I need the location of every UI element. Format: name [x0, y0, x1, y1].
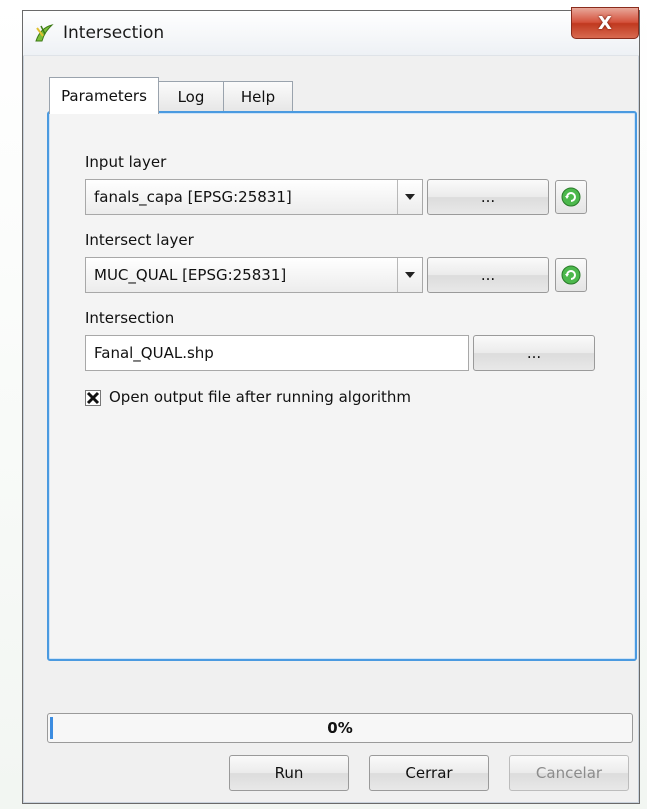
chevron-down-icon — [405, 194, 415, 200]
refresh-icon — [561, 265, 581, 285]
input-layer-combo[interactable]: fanals_capa [EPSG:25831] — [85, 179, 423, 215]
open-output-checkbox[interactable] — [85, 390, 101, 406]
cerrar-button[interactable]: Cerrar — [369, 755, 489, 791]
cerrar-label: Cerrar — [405, 764, 453, 782]
output-browse-button[interactable]: ... — [473, 335, 595, 371]
input-layer-browse-button[interactable]: ... — [427, 179, 549, 215]
intersect-layer-browse-button[interactable]: ... — [427, 257, 549, 293]
output-file-value: Fanal_QUAL.shp — [94, 344, 214, 362]
tab-parameters[interactable]: Parameters — [49, 77, 159, 114]
browse-label: ... — [480, 188, 496, 206]
run-button[interactable]: Run — [229, 755, 349, 791]
input-layer-value: fanals_capa [EPSG:25831] — [94, 188, 292, 206]
tab-help[interactable]: Help — [223, 81, 293, 112]
open-output-label: Open output file after running algorithm — [109, 388, 411, 406]
chevron-down-icon — [405, 272, 415, 278]
output-file-input[interactable]: Fanal_QUAL.shp — [85, 335, 469, 371]
intersect-layer-value: MUC_QUAL [EPSG:25831] — [94, 266, 287, 284]
title-bar[interactable]: Intersection X — [23, 7, 639, 56]
browse-label: ... — [480, 266, 496, 284]
output-label: Intersection — [85, 309, 175, 327]
input-layer-refresh-button[interactable] — [555, 180, 587, 214]
cancelar-button: Cancelar — [509, 755, 629, 791]
parameters-panel: Input layer fanals_capa [EPSG:25831] ...… — [47, 111, 637, 661]
intersection-dialog: Intersection X Parameters Log Help Input… — [22, 7, 640, 804]
tab-label: Help — [240, 88, 276, 106]
tab-label: Parameters — [61, 87, 147, 105]
cancelar-label: Cancelar — [535, 764, 603, 782]
browse-label: ... — [526, 344, 542, 362]
run-label: Run — [274, 764, 304, 782]
qgis-icon — [35, 24, 54, 42]
refresh-icon — [561, 187, 581, 207]
intersect-layer-label: Intersect layer — [85, 231, 194, 249]
tab-log[interactable]: Log — [157, 81, 225, 112]
progress-bar: 0% — [47, 713, 633, 743]
close-window-button[interactable]: X — [571, 7, 639, 39]
intersect-layer-refresh-button[interactable] — [555, 258, 587, 292]
intersect-layer-combo[interactable]: MUC_QUAL [EPSG:25831] — [85, 257, 423, 293]
input-layer-label: Input layer — [85, 153, 167, 171]
tab-label: Log — [177, 88, 205, 106]
progress-text: 0% — [327, 719, 353, 737]
window-title: Intersection — [63, 23, 165, 43]
close-icon: X — [598, 12, 612, 34]
